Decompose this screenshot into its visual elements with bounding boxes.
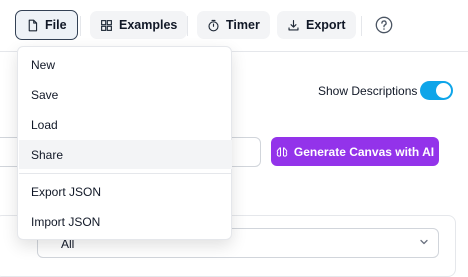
file-icon [28,19,38,31]
download-icon [288,19,299,31]
menu-item-export-json[interactable]: Export JSON [19,177,232,206]
menu-item-label: Export JSON [31,185,102,199]
menu-item-share[interactable]: Share [19,140,232,169]
generate-canvas-label: Generate Canvas with AI [293,144,435,159]
examples-button[interactable]: Examples [90,11,188,39]
export-button-label: Export [306,18,346,32]
menu-item-save[interactable]: Save [19,80,232,109]
menu-item-new[interactable]: New [19,50,232,79]
toggle-knob [436,83,451,98]
examples-button-label: Examples [119,18,178,32]
menu-item-label: Share [31,148,64,162]
menu-item-load[interactable]: Load [19,110,232,139]
file-menu: New Save Load Share Export JSON Import J… [17,46,232,240]
generate-canvas-button[interactable]: Generate Canvas with AI [271,137,439,166]
file-button[interactable]: File [15,10,78,40]
grid-icon [101,19,112,31]
show-descriptions-toggle[interactable] [420,81,453,100]
show-descriptions-label: Show Descriptions [318,84,418,98]
menu-item-label: Import JSON [31,215,101,229]
help-icon[interactable] [375,16,393,34]
export-button[interactable]: Export [277,11,356,39]
menu-item-label: Save [31,88,59,102]
toolbar-separator [80,16,81,36]
menu-item-import-json[interactable]: Import JSON [19,207,232,236]
menu-item-label: New [31,58,56,72]
toolbar-separator [361,16,362,36]
toolbar: File Examples Timer Export [0,0,468,52]
menu-divider [19,173,232,174]
timer-button-label: Timer [226,18,260,32]
chevron-down-icon [420,239,428,245]
brain-icon [276,146,288,157]
timer-button[interactable]: Timer [197,11,270,39]
file-button-label: File [45,18,67,32]
toolbar-separator [187,16,188,36]
timer-icon [208,19,219,31]
menu-item-label: Load [31,118,58,132]
